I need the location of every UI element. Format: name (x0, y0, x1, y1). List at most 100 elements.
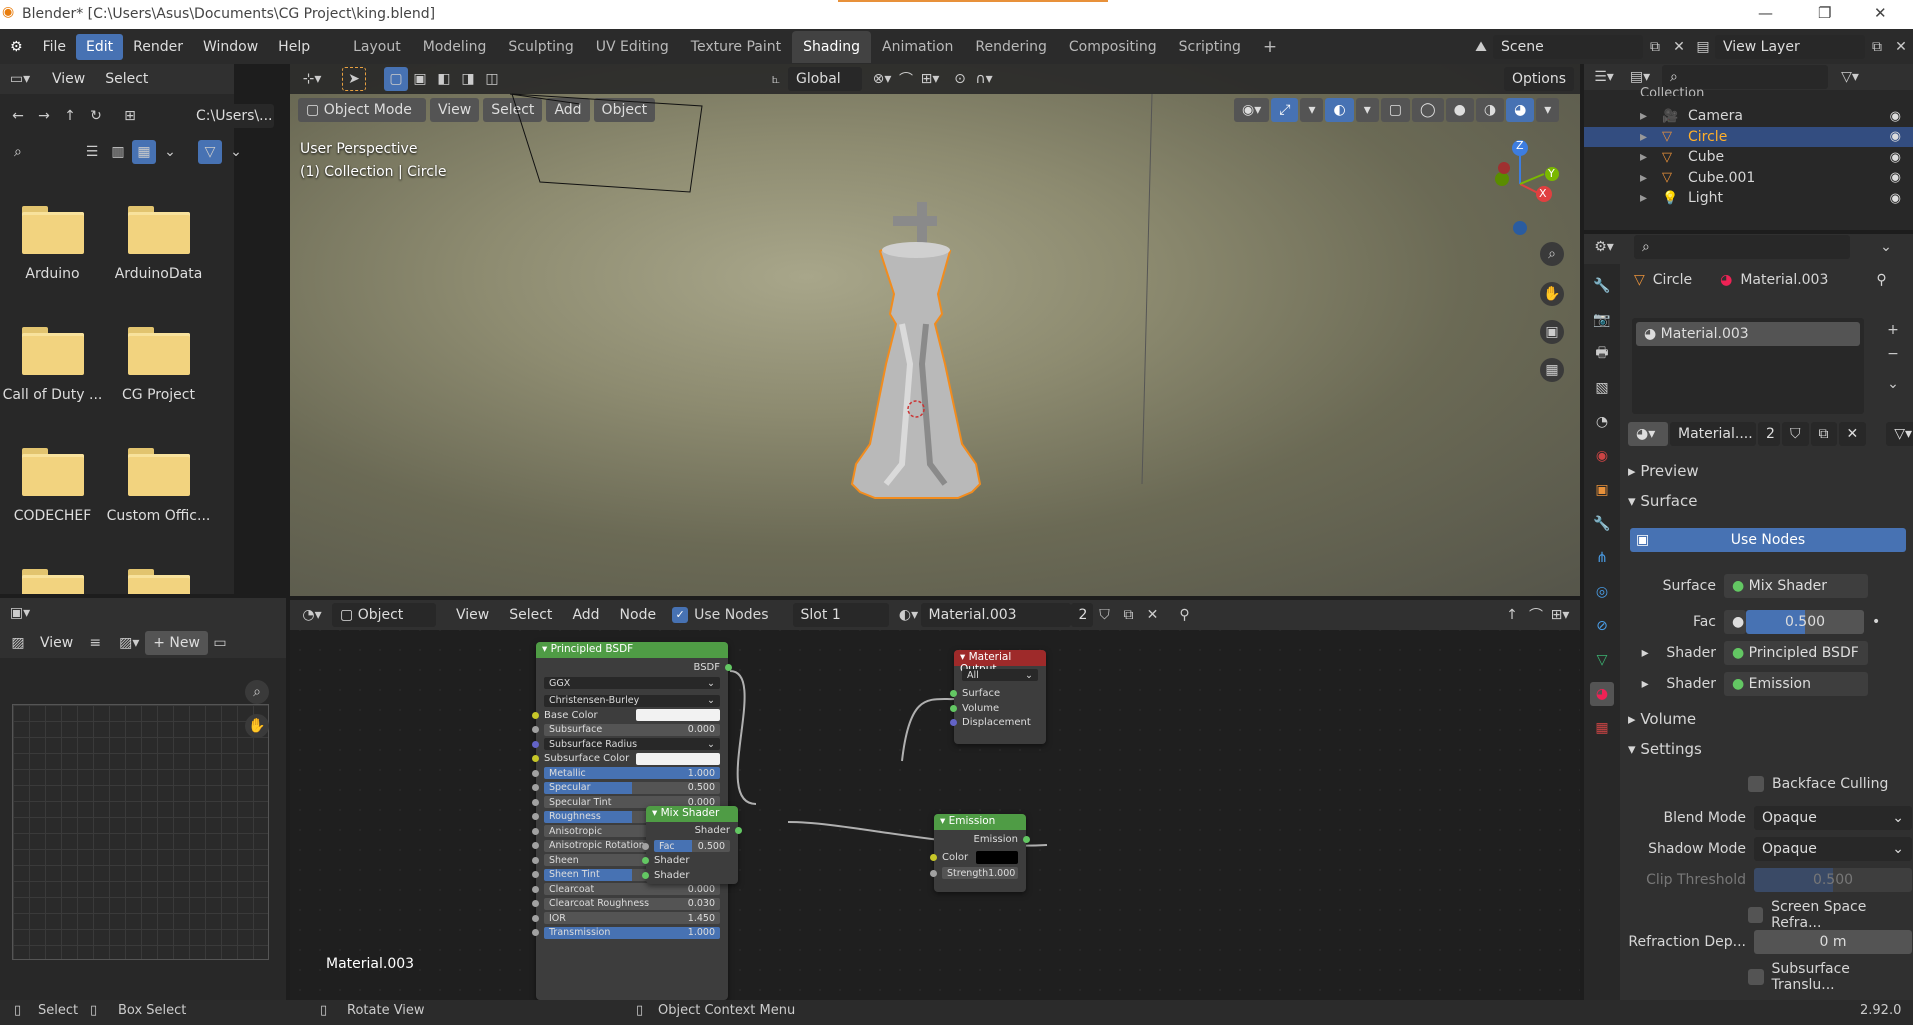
visibility-eye-icon[interactable]: ◉ (1890, 191, 1901, 206)
bsdf-input-row[interactable]: Clearcoat Roughness 0.030 (532, 897, 728, 912)
folder-item[interactable] (0, 569, 105, 594)
folder-item[interactable] (106, 569, 211, 594)
input-socket[interactable] (532, 769, 539, 777)
strength-field[interactable]: Strength 1.000 (942, 867, 1018, 880)
menu-file[interactable]: File (33, 34, 76, 60)
bsdf-value-field[interactable]: Clearcoat Roughness 0.030 (544, 897, 720, 910)
color-swatch[interactable] (636, 709, 720, 722)
input-socket[interactable] (532, 856, 539, 864)
new-scene-icon[interactable]: ⧉ (1643, 35, 1667, 59)
zoom-icon[interactable]: ⌕ (245, 680, 269, 704)
bsdf-vector-field[interactable]: Subsurface Radius ⌄ (544, 738, 720, 751)
bsdf-input-row[interactable]: Transmission 1.000 (532, 926, 728, 941)
world-tab-icon[interactable]: ◉ (1590, 444, 1614, 468)
duplicate-icon[interactable]: ⧉ (1810, 422, 1837, 446)
surface-shader-field[interactable]: ● Mix Shader (1724, 574, 1868, 598)
render-tab-icon[interactable]: 📷 (1590, 308, 1614, 332)
thumbnails-icon[interactable]: ▦ (132, 140, 156, 164)
input-socket[interactable] (532, 755, 539, 763)
input-socket[interactable] (532, 871, 539, 879)
menu-window[interactable]: Window (193, 34, 268, 60)
close-icon[interactable]: ✕ (1874, 4, 1887, 22)
blend-mode-dropdown[interactable]: Opaque ⌄ (1754, 806, 1912, 830)
visibility-eye-icon[interactable]: ◉ (1890, 129, 1901, 144)
fb-select-menu[interactable]: Select (95, 66, 158, 92)
folder-item[interactable]: CG Project (106, 327, 211, 403)
browse-material-icon[interactable]: ◕▾ (1628, 422, 1668, 446)
bsdf-input-row[interactable]: Subsurface Radius ⌄ (532, 737, 728, 752)
input-socket[interactable] (532, 929, 539, 937)
bsdf-input-row[interactable]: Metallic 1.000 (532, 766, 728, 781)
input-socket[interactable] (532, 798, 539, 806)
expand-arrow-icon[interactable]: ▸ (1640, 129, 1662, 145)
back-icon[interactable]: ← (6, 104, 30, 128)
physics-tab-icon[interactable]: ◎ (1590, 580, 1614, 604)
bsdf-value-field[interactable]: Specular 0.500 (544, 781, 720, 794)
shader-editor[interactable]: ◔▾ ▢ Object View Select Add Node ✓ Use No… (290, 600, 1580, 1000)
mix-fac-field[interactable]: Fac 0.500 (654, 840, 730, 853)
bsdf-input-row[interactable]: Subsurface 0.000 (532, 723, 728, 738)
material-tab-icon[interactable]: ◕ (1590, 682, 1614, 706)
zoom-icon[interactable]: ⌕ (1540, 242, 1564, 266)
refraction-depth-field[interactable]: 0 m (1754, 930, 1912, 954)
bsdf-value-field[interactable]: Clearcoat 0.000 (544, 883, 720, 896)
expand-arrow-icon[interactable]: ▸ (1640, 108, 1662, 124)
fac-slider[interactable]: 0.500 (1746, 610, 1864, 634)
unlink-icon[interactable]: ✕ (1838, 422, 1867, 446)
new-image-button[interactable]: + New (145, 631, 208, 655)
output-socket[interactable] (735, 827, 742, 834)
scene-selector[interactable]: Scene (1493, 34, 1643, 59)
blender-menu-icon[interactable]: ⚙ (0, 34, 33, 60)
input-socket[interactable] (532, 726, 539, 734)
scene-icon[interactable]: ⛰ (1469, 35, 1493, 59)
add-slot-icon[interactable]: + (1881, 318, 1905, 342)
outliner-item-light[interactable]: ▸ 💡 Light ◉ (1584, 188, 1913, 209)
menu-edit[interactable]: Edit (76, 33, 124, 60)
visibility-eye-icon[interactable]: ◉ (1890, 109, 1901, 124)
tool-tab-icon[interactable]: 🔧 (1590, 274, 1614, 298)
uv-grid[interactable] (12, 704, 269, 960)
properties-search[interactable]: ⌕ (1634, 235, 1850, 259)
tab-shading[interactable]: Shading (792, 30, 872, 63)
options-dropdown-icon[interactable]: ⌄ (1874, 235, 1898, 259)
add-workspace-icon[interactable]: + (1252, 29, 1288, 65)
folder-item[interactable]: CODECHEF (0, 448, 105, 524)
input-socket[interactable] (532, 900, 539, 908)
tab-layout[interactable]: Layout (342, 31, 412, 63)
ortho-toggle-icon[interactable]: ▦ (1540, 358, 1564, 382)
material-datablock[interactable]: Material.... (1670, 422, 1756, 446)
input-socket[interactable] (950, 704, 957, 712)
modifier-tab-icon[interactable]: 🔧 (1590, 512, 1614, 536)
tab-compositing[interactable]: Compositing (1058, 31, 1168, 63)
input-socket[interactable] (642, 871, 649, 879)
pin-icon[interactable]: ⚲ (1876, 272, 1886, 288)
new-folder-icon[interactable]: ⊞ (118, 104, 142, 128)
bsdf-input-row[interactable]: IOR 1.450 (532, 911, 728, 926)
editor-type-icon[interactable]: ▣▾ (8, 601, 32, 625)
fb-search-field[interactable]: ⌕ (6, 140, 64, 164)
visibility-eye-icon[interactable]: ◉ (1890, 150, 1901, 165)
filter-icon[interactable]: ▽ (198, 140, 222, 164)
input-socket[interactable] (930, 853, 937, 861)
visibility-eye-icon[interactable]: ◉ (1890, 170, 1901, 185)
outliner-item-camera[interactable]: ▸ 🎥 Camera ◉ (1584, 106, 1913, 127)
collection-row[interactable]: Collection (1640, 86, 1704, 96)
menu-help[interactable]: Help (268, 34, 320, 60)
expand-arrow-icon[interactable]: ▸ (1640, 190, 1662, 206)
bsdf-value-field[interactable]: Transmission 1.000 (544, 926, 720, 939)
output-socket[interactable] (725, 663, 732, 671)
ie-view-menu[interactable]: View (30, 630, 83, 656)
pan-hand-icon[interactable]: ✋ (245, 714, 269, 738)
sss-checkbox[interactable]: Subsurface Translu... (1748, 961, 1913, 993)
refresh-icon[interactable]: ↻ (84, 104, 108, 128)
minimize-icon[interactable]: — (1758, 4, 1773, 22)
image-view-icon[interactable]: ▨ (6, 631, 30, 655)
tab-sculpting[interactable]: Sculpting (497, 31, 584, 63)
hamburger-icon[interactable]: ≡ (83, 631, 107, 655)
bsdf-input-row[interactable]: Specular 0.500 (532, 781, 728, 796)
list-horizontal-icon[interactable]: ▥ (106, 140, 130, 164)
bsdf-value-field[interactable]: Metallic 1.000 (544, 767, 720, 780)
parent-dir-icon[interactable]: ↑ (58, 104, 82, 128)
outliner-item-cube[interactable]: ▸ ▽ Cube ◉ (1584, 147, 1913, 168)
tab-rendering[interactable]: Rendering (964, 31, 1058, 63)
